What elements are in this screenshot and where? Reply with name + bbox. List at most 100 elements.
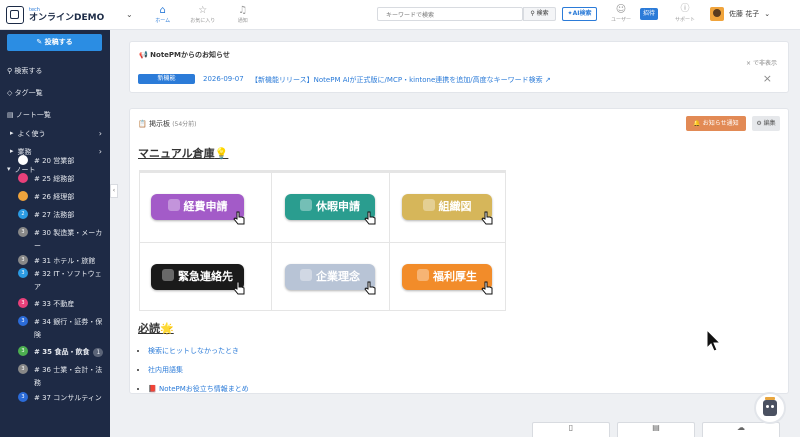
sidebar-notes[interactable]: ▤ ノート一覧 [7,110,51,120]
user-menu[interactable]: 佐藤 花子 ⌄ [710,7,770,21]
pointer-hand-icon [364,281,376,295]
external-link-icon: ↗ [544,76,551,84]
link-glossary[interactable]: 社内用語集 [148,366,183,374]
number-icon: 3 [18,227,28,237]
sidebar-note-item[interactable]: # 20 営業部 [0,155,110,168]
number-icon: 3 [18,392,28,402]
home-icon: ⌂ [159,5,166,16]
sidebar-note-item[interactable]: # 25 総務部 [0,173,110,186]
list-item: 社内用語集 [148,365,249,375]
post-button[interactable]: ✎ 投稿する [7,34,102,51]
must-read-list: 検索にヒットしなかったとき 社内用語集 📕 NotePMお役立ち情報まとめ [148,346,249,394]
number-icon: 3 [18,255,28,265]
tag-icon: ◇ [7,89,13,97]
section-manual: マニュアル倉庫💡 [138,147,229,160]
close-icon[interactable]: × [763,72,772,85]
pointer-hand-icon [481,281,493,295]
robot-icon [763,397,777,416]
close-icon: × [746,60,752,67]
bell-icon: ♫ [238,5,248,16]
bottom-tab-chat[interactable]: ☁ [702,422,780,437]
notice-link[interactable]: 【新機能リリース】NotePM AIが正式版に/MCP・kintone連携を追加… [251,75,551,85]
star-icon: ☆ [198,5,208,16]
sidebar-note-item[interactable]: 3 # 31 ホテル・旅館 [0,255,110,268]
list-item: 📕 NotePMお役立ち情報まとめ [148,384,249,394]
people-icon [422,199,435,211]
search-button[interactable]: ⚲ 検索 [523,7,556,21]
sidebar-note-item[interactable]: 3 # 30 製造業・メーカー [0,227,110,253]
list-item: 検索にヒットしなかったとき [148,346,249,356]
main-nav: ⌂ ホーム ☆ お気に入り ♫ 通知 [143,5,263,24]
bottom-tab-document[interactable]: ▯ [532,422,610,437]
document-icon [18,191,28,201]
help-icon: ⓘ [680,4,690,14]
nav-users[interactable]: ☺ ユーザー [606,3,636,23]
bell-icon: 🔔 [693,120,701,127]
sidebar-note-item[interactable]: 3 # 33 不動産 [0,298,110,311]
sidebar-note-item[interactable]: # 26 経理部 [0,191,110,204]
hide-notice[interactable]: × で非表示 [746,58,777,67]
coin-icon [167,199,180,211]
avatar [710,7,724,21]
nav-support[interactable]: ⓘ サポート [670,3,700,23]
manual-tile-button[interactable]: 組織図 [402,194,492,220]
number-icon: 3 [18,346,28,356]
clipboard-icon: 📋 [138,120,147,128]
sidebar-note-item[interactable]: 3 # 36 士業・会計・法務 [0,364,110,390]
number-icon: 3 [18,364,28,374]
hand-icon [417,269,429,281]
workspace-logo[interactable]: tech オンラインDEMO [6,5,116,24]
search-icon: ⚲ [7,67,13,75]
sidebar-note-item[interactable]: 3 # 35 食品・飲食 1 [0,346,110,359]
sidebar-note-item[interactable]: 2 # 27 法務部 [0,209,110,222]
palm-icon [300,199,312,211]
manual-tile-button[interactable]: 休暇申請 [285,194,375,220]
sidebar: ✎ 投稿する ⚲ 検索する ◇ タグ一覧 ▤ ノート一覧 ▸ よく使う › ▸ 業務 ›… [0,30,110,437]
manual-tile-button[interactable]: 緊急連絡先 [151,264,244,290]
assistant-robot-button[interactable] [754,392,786,424]
chevron-down-icon[interactable]: ⌄ [126,10,133,19]
sidebar-favorites[interactable]: ▸ よく使う › [0,129,110,139]
caret-right-icon: ▸ [10,129,14,137]
users-icon: ☺ [615,4,627,15]
collapse-sidebar-button[interactable]: ‹ [110,184,118,198]
number-icon: 2 [18,209,28,219]
board-title: 📋 掲示板 (54分前) [138,120,197,128]
sidebar-tags[interactable]: ◇ タグ一覧 [7,88,43,98]
notify-button[interactable]: 🔔 お知らせ通知 [686,116,746,131]
sidebar-note-item[interactable]: 3 # 37 コンサルティン [0,392,110,405]
pointer-hand-icon [233,211,245,225]
sidebar-search[interactable]: ⚲ 検索する [7,66,42,76]
notice-title: 📢 NotePMからのお知らせ [139,51,230,59]
sidebar-note-item[interactable]: 3 # 32 IT・ソフトウェア [0,268,110,294]
nav-home[interactable]: ⌂ ホーム [143,5,183,24]
manual-tile-button[interactable]: 企業理念 [285,264,375,290]
invite-button[interactable]: 招待 [640,8,658,20]
chrome-icon [18,155,28,165]
search-input[interactable] [377,7,523,21]
edit-button[interactable]: ⚙ 編集 [752,116,780,131]
new-feature-badge: 新機能 [138,74,195,84]
bottom-tab-file[interactable]: ▤ [617,422,695,437]
sidebar-note-item[interactable]: 3 # 34 銀行・証券・保険 [0,316,110,342]
manual-tile-button[interactable]: 福利厚生 [402,264,492,290]
link-tips[interactable]: NotePMお役立ち情報まとめ [159,385,249,393]
lightbulb-icon: 💡 [214,147,229,160]
sparkle-icon: 🌟 [160,322,174,335]
count-badge: 1 [93,348,104,357]
nav-favorites[interactable]: ☆ お気に入り [183,5,223,24]
manual-tile-button[interactable]: 経費申請 [151,194,244,220]
gear-icon: ⚙ [756,120,762,127]
number-icon: 3 [18,316,28,326]
pointer-hand-icon [233,281,245,295]
chat-icon: ☁ [737,423,745,432]
nav-notifications[interactable]: ♫ 通知 [223,5,263,24]
caret-right-icon: ▸ [10,147,14,155]
pencil-icon: ✎ [36,38,43,46]
share-icon [18,173,28,183]
ai-search-button[interactable]: ✦AI検索 [562,7,597,21]
link-search-help[interactable]: 検索にヒットしなかったとき [148,347,239,355]
book-icon: 📕 [148,385,157,393]
section-must-read: 必読🌟 [138,322,174,335]
number-icon: 3 [18,298,28,308]
